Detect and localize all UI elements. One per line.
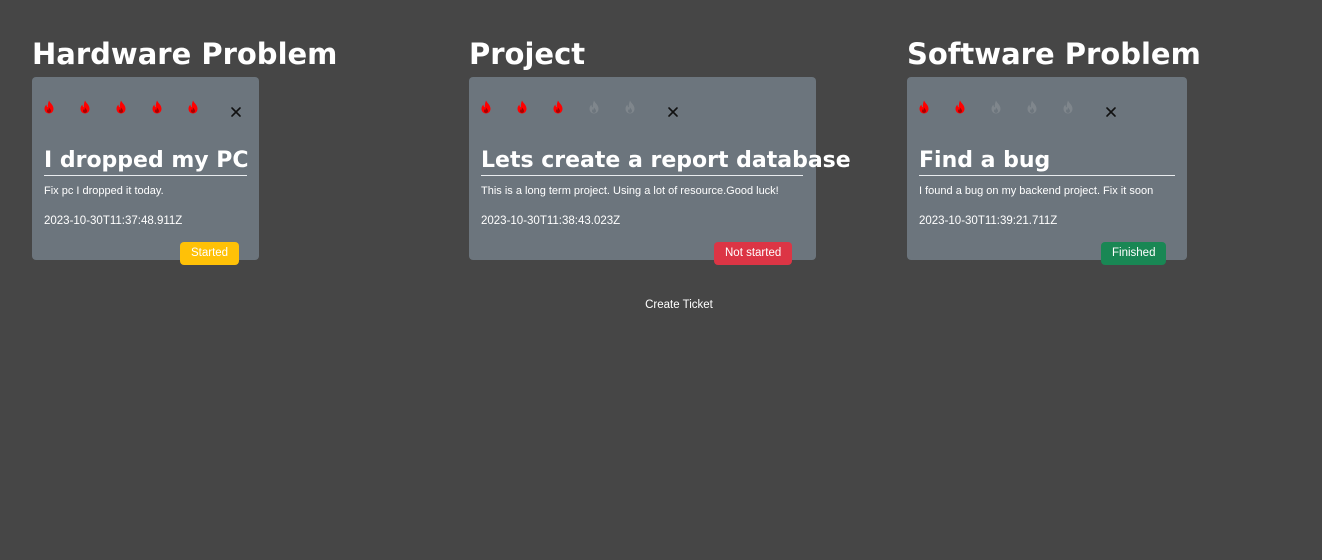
flame-icon[interactable] <box>516 99 528 114</box>
flame-icon[interactable] <box>624 99 636 114</box>
ticket-card: I dropped my PC Fix pc I dropped it toda… <box>32 77 259 265</box>
flame-icon[interactable] <box>588 99 600 114</box>
flame-icon[interactable] <box>151 99 163 114</box>
column-hardware-problem: Hardware Problem I dropped my PC Fix pc … <box>32 36 338 265</box>
column-title: Hardware Problem <box>32 37 338 71</box>
close-icon[interactable] <box>666 104 680 118</box>
column-project: Project Lets create a report database Th… <box>469 36 851 265</box>
ticket-description: I found a bug on my backend project. Fix… <box>919 185 1154 197</box>
close-icon[interactable] <box>229 104 243 118</box>
flame-icon[interactable] <box>1026 99 1038 114</box>
ticket-date: 2023-10-30T11:38:43.023Z <box>481 215 621 227</box>
flame-icon[interactable] <box>115 99 127 114</box>
flame-icon[interactable] <box>918 99 930 114</box>
ticket-date: 2023-10-30T11:39:21.711Z <box>919 215 1058 227</box>
ticket-title: Find a bug <box>919 147 1175 176</box>
status-badge[interactable]: Not started <box>714 242 793 265</box>
flame-icon[interactable] <box>79 99 91 114</box>
close-icon[interactable] <box>1104 104 1118 118</box>
column-title: Software Problem <box>907 37 1201 71</box>
column-software-problem: Software Problem Find a bug I found a bu… <box>907 36 1201 265</box>
flame-icon[interactable] <box>187 99 199 114</box>
ticket-card: Find a bug I found a bug on my backend p… <box>907 77 1187 265</box>
status-badge[interactable]: Finished <box>1101 242 1167 265</box>
flame-icon[interactable] <box>954 99 966 114</box>
flame-icon[interactable] <box>1062 99 1074 114</box>
ticket-description: This is a long term project. Using a lot… <box>481 185 779 197</box>
flame-icon[interactable] <box>990 99 1002 114</box>
ticket-title: I dropped my PC <box>44 147 249 176</box>
flame-icon[interactable] <box>552 99 564 114</box>
ticket-card: Lets create a report database This is a … <box>469 77 851 265</box>
create-ticket-button[interactable]: Create Ticket <box>0 298 1322 312</box>
ticket-date: 2023-10-30T11:37:48.911Z <box>44 215 183 227</box>
flame-icon[interactable] <box>43 99 55 114</box>
status-badge[interactable]: Started <box>180 242 240 265</box>
column-title: Project <box>469 37 586 71</box>
ticket-description: Fix pc I dropped it today. <box>44 185 164 197</box>
flame-icon[interactable] <box>480 99 492 114</box>
ticket-title: Lets create a report database <box>481 147 851 176</box>
